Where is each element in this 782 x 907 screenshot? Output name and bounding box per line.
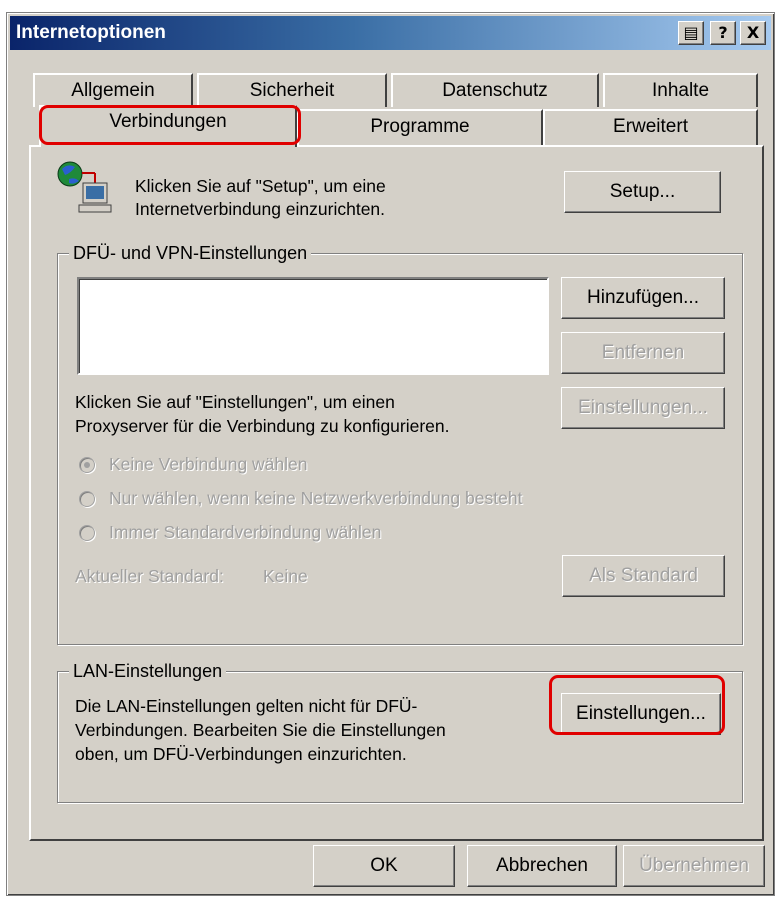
radio-button[interactable] (79, 491, 95, 507)
proxy-text-line1: Klicken Sie auf "Einstellungen", um eine… (75, 392, 395, 412)
connections-listbox[interactable] (77, 277, 549, 375)
apply-button[interactable]: Übernehmen (623, 845, 765, 887)
window-menu-icon[interactable]: ▤ (678, 21, 704, 45)
radio-label: Nur wählen, wenn keine Netzwerkverbindun… (109, 488, 523, 508)
tab-programme[interactable]: Programme (297, 109, 543, 145)
window-title: Internetoptionen (16, 22, 166, 43)
setup-text-line1: Klicken Sie auf "Setup", um eine (135, 176, 386, 196)
tab-allgemein[interactable]: Allgemein (33, 73, 193, 107)
ok-button[interactable]: OK (313, 845, 455, 887)
remove-connection-button[interactable]: Entfernen (561, 332, 725, 374)
network-computer-icon (55, 159, 113, 215)
internet-options-dialog: Internetoptionen ▤ ? X Allgemein Sicherh… (6, 12, 775, 896)
radio-button[interactable] (79, 525, 95, 541)
radio-label: Keine Verbindung wählen (109, 454, 308, 474)
lan-text-line2: Verbindungen. Bearbeiten Sie die Einstel… (75, 720, 446, 740)
current-default-label: Aktueller Standard: (75, 566, 224, 586)
close-button[interactable]: X (740, 21, 766, 45)
current-default-value: Keine (263, 566, 308, 586)
help-button[interactable]: ? (710, 21, 736, 45)
setup-text-line2: Internetverbindung einzurichten. (135, 199, 386, 219)
add-connection-button[interactable]: Hinzufügen... (561, 277, 725, 319)
title-bar[interactable]: Internetoptionen ▤ ? X (10, 16, 771, 50)
dialup-group-legend: DFÜ- und VPN-Einstellungen (69, 243, 312, 264)
setup-button[interactable]: Setup... (564, 171, 721, 213)
highlight-tab-verbindungen (39, 105, 301, 145)
tab-erweitert[interactable]: Erweitert (543, 109, 758, 145)
set-default-button[interactable]: Als Standard (562, 555, 725, 597)
highlight-lan-settings (549, 675, 725, 735)
radio-button[interactable] (79, 457, 95, 473)
dialup-settings-button[interactable]: Einstellungen... (561, 387, 725, 429)
cancel-button[interactable]: Abbrechen (467, 845, 617, 887)
tab-inhalte[interactable]: Inhalte (603, 73, 758, 107)
lan-group-legend: LAN-Einstellungen (69, 661, 227, 682)
tab-datenschutz[interactable]: Datenschutz (391, 73, 599, 107)
radio-label: Immer Standardverbindung wählen (109, 522, 382, 542)
lan-text-line3: oben, um DFÜ-Verbindungen einzurichten. (75, 744, 407, 764)
connections-panel: Klicken Sie auf "Setup", um eine Interne… (29, 145, 764, 841)
proxy-text-line2: Proxyserver für die Verbindung zu konfig… (75, 416, 450, 436)
lan-text-line1: Die LAN-Einstellungen gelten nicht für D… (75, 696, 418, 716)
tab-sicherheit[interactable]: Sicherheit (197, 73, 387, 107)
